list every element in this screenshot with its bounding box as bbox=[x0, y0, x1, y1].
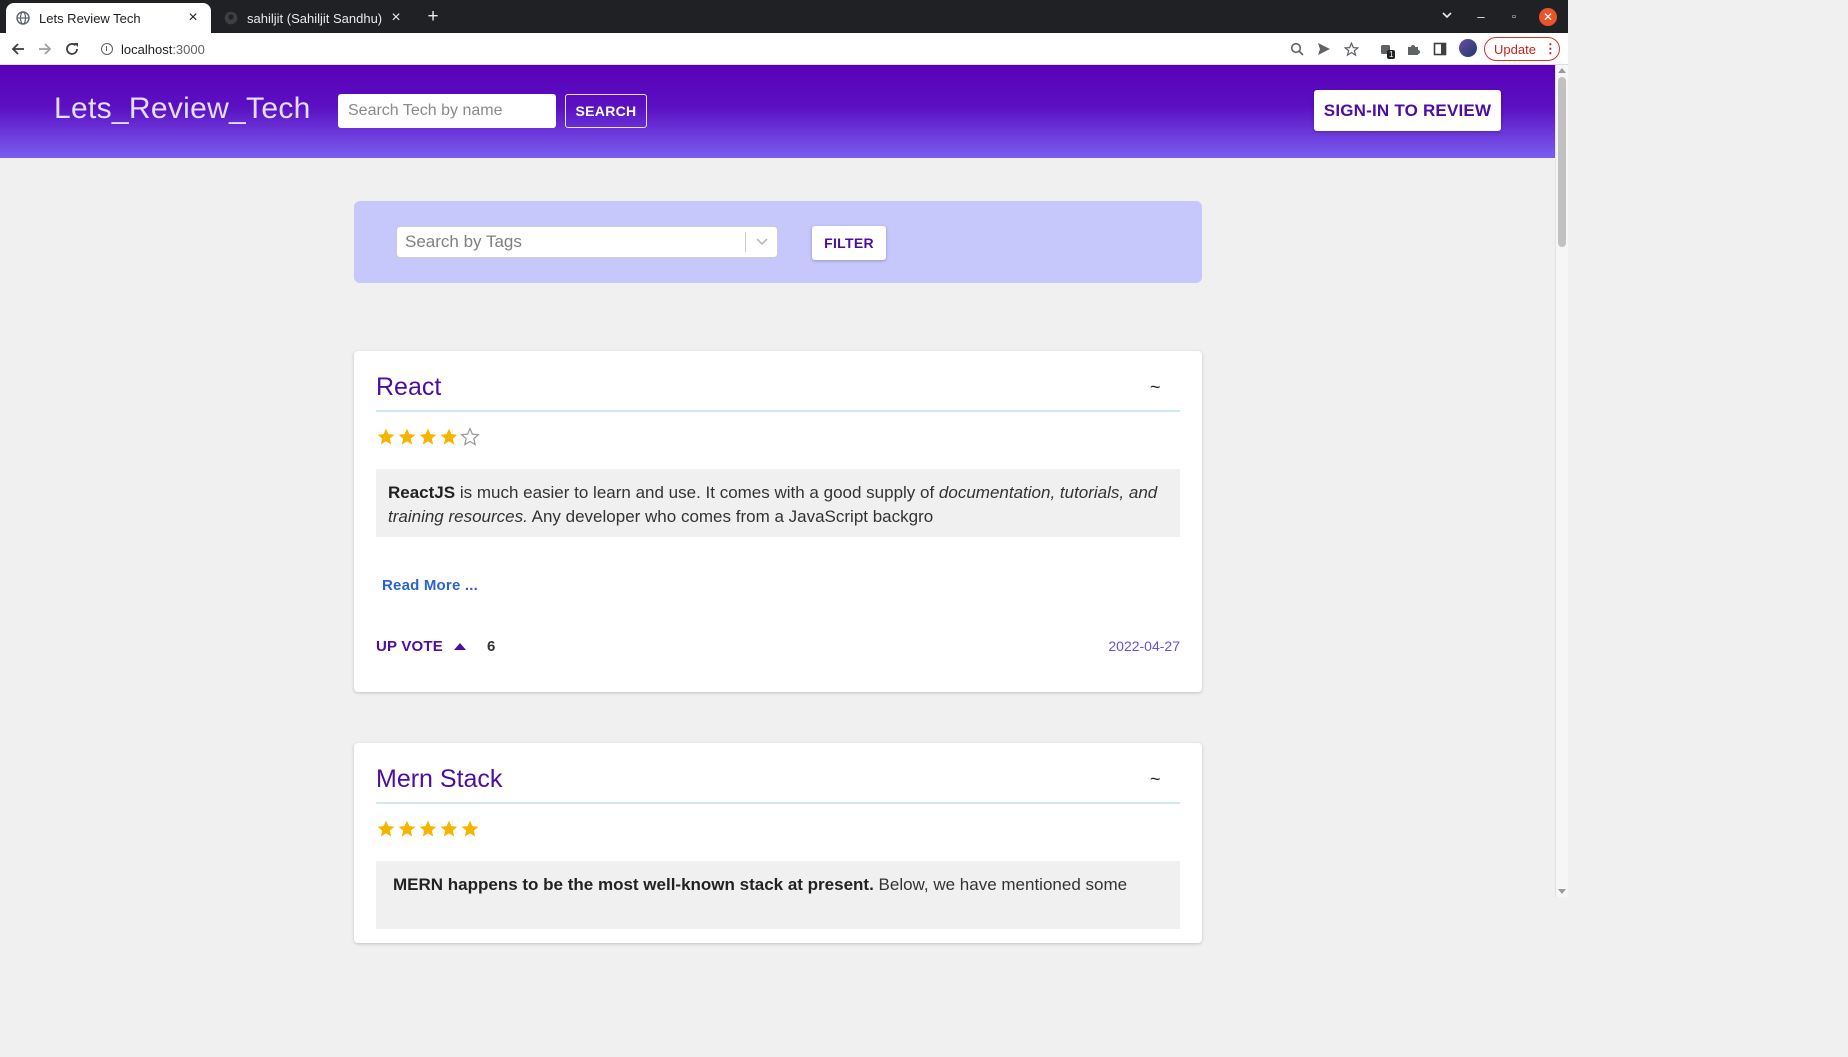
extension-badge-icon[interactable]: 1 bbox=[1378, 41, 1396, 59]
back-arrow-icon[interactable] bbox=[9, 40, 27, 58]
minimize-icon[interactable]: – bbox=[1474, 7, 1488, 27]
restore-icon[interactable]: ▫ bbox=[1507, 7, 1521, 27]
title-divider bbox=[376, 802, 1180, 804]
star-filled-icon bbox=[377, 428, 395, 445]
window-close-icon[interactable]: ✕ bbox=[1539, 8, 1557, 26]
bookmark-star-icon[interactable] bbox=[1343, 41, 1359, 57]
browser-tab-active[interactable]: Lets Review Tech × bbox=[6, 3, 211, 33]
star-filled-icon bbox=[398, 428, 416, 445]
tech-search-input[interactable] bbox=[338, 94, 556, 128]
star-filled-icon bbox=[440, 428, 458, 445]
expand-toggle-icon[interactable]: ~ bbox=[1150, 377, 1161, 398]
send-icon[interactable] bbox=[1316, 41, 1332, 57]
excerpt-bold: ReactJS bbox=[388, 483, 456, 502]
review-title[interactable]: React bbox=[376, 373, 441, 402]
star-rating bbox=[376, 819, 480, 839]
brand-title[interactable]: Lets_Review_Tech bbox=[54, 92, 311, 126]
review-title[interactable]: Mern Stack bbox=[376, 765, 502, 794]
excerpt-text-tail: Any developer who comes from a JavaScrip… bbox=[527, 507, 934, 526]
page-scrollbar[interactable] bbox=[1555, 65, 1568, 897]
upvote-button[interactable]: UP VOTE bbox=[376, 638, 467, 655]
search-button[interactable]: SEARCH bbox=[565, 94, 647, 128]
review-date: 2022-04-27 bbox=[1108, 638, 1180, 654]
excerpt-text: Below, we have mentioned some bbox=[873, 875, 1128, 894]
vote-count: 6 bbox=[487, 638, 496, 655]
scroll-up-arrow-icon[interactable] bbox=[1558, 68, 1566, 73]
browser-toolbar: localhost:3000 1 bbox=[0, 33, 1568, 65]
excerpt-text: is much easier to learn and use. It come… bbox=[455, 483, 939, 502]
star-empty-icon bbox=[460, 427, 480, 446]
review-excerpt: ReactJS is much easier to learn and use.… bbox=[376, 469, 1180, 537]
chevron-down-icon[interactable] bbox=[746, 237, 777, 247]
caret-up-icon bbox=[453, 642, 466, 650]
sign-in-button[interactable]: SIGN-IN TO REVIEW bbox=[1314, 90, 1501, 131]
app-header: Lets_Review_Tech SEARCH SIGN-IN TO REVIE… bbox=[0, 65, 1555, 158]
close-tab-icon[interactable]: × bbox=[185, 9, 201, 27]
excerpt-bold: MERN happens to be the most well-known s… bbox=[393, 875, 874, 894]
review-card-mern-stack: Mern Stack ~ MERN happens to be the most… bbox=[354, 743, 1202, 943]
extension-badge-count: 1 bbox=[1387, 50, 1396, 59]
expand-toggle-icon[interactable]: ~ bbox=[1150, 769, 1161, 790]
filter-button[interactable]: FILTER bbox=[812, 226, 886, 260]
side-panel-icon[interactable] bbox=[1432, 41, 1448, 57]
site-info-icon[interactable] bbox=[101, 43, 113, 55]
read-more-link[interactable]: Read More ... bbox=[382, 577, 478, 594]
more-menu-icon: ⋮ bbox=[1543, 41, 1557, 56]
tags-select-placeholder: Search by Tags bbox=[405, 232, 522, 251]
title-divider bbox=[376, 410, 1180, 412]
scrollbar-thumb[interactable] bbox=[1558, 77, 1566, 247]
browser-tab-github[interactable]: sahiljit (Sahiljit Sandhu) × bbox=[214, 3, 414, 33]
tab-search-chevron-icon[interactable] bbox=[1439, 7, 1455, 27]
update-button[interactable]: Update ⋮ bbox=[1484, 37, 1560, 61]
scroll-down-arrow-icon[interactable] bbox=[1558, 889, 1566, 894]
filter-panel: Search by Tags FILTER bbox=[354, 201, 1202, 283]
address-bar[interactable]: localhost:3000 bbox=[92, 36, 1282, 62]
reload-icon[interactable] bbox=[63, 40, 81, 58]
update-label: Update bbox=[1494, 41, 1536, 57]
forward-arrow-icon[interactable] bbox=[36, 40, 54, 58]
zoom-icon[interactable] bbox=[1289, 41, 1305, 57]
upvote-label: UP VOTE bbox=[376, 638, 443, 655]
star-filled-icon bbox=[419, 820, 437, 837]
star-filled-icon bbox=[419, 428, 437, 445]
url-port: :3000 bbox=[172, 41, 205, 57]
review-excerpt: MERN happens to be the most well-known s… bbox=[376, 861, 1180, 929]
star-filled-icon bbox=[440, 820, 458, 837]
globe-icon bbox=[16, 11, 30, 25]
extensions-puzzle-icon[interactable] bbox=[1405, 41, 1421, 57]
profile-avatar[interactable] bbox=[1459, 39, 1477, 57]
star-filled-icon bbox=[377, 820, 395, 837]
star-filled-icon bbox=[461, 820, 479, 837]
star-filled-icon bbox=[398, 820, 416, 837]
tab-title: Lets Review Tech bbox=[39, 10, 141, 26]
browser-tab-strip: Lets Review Tech × sahiljit (Sahiljit Sa… bbox=[0, 0, 1568, 33]
tags-select[interactable]: Search by Tags bbox=[396, 226, 778, 258]
new-tab-plus-icon[interactable]: + bbox=[424, 7, 442, 27]
github-icon bbox=[224, 11, 238, 25]
close-tab-icon[interactable]: × bbox=[388, 9, 404, 27]
tab-title: sahiljit (Sahiljit Sandhu) bbox=[247, 10, 383, 26]
star-rating bbox=[376, 427, 480, 447]
url-host: localhost bbox=[121, 41, 173, 57]
review-card-react: React ~ ReactJS is much easier to learn … bbox=[354, 351, 1202, 692]
